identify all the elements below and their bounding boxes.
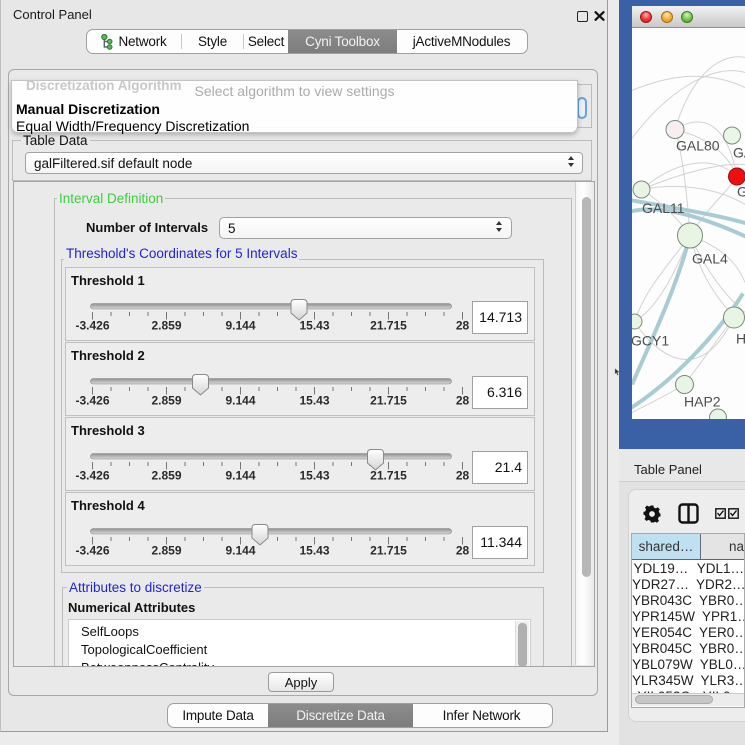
- svg-text:H: H: [736, 330, 745, 346]
- svg-text:15.43: 15.43: [299, 394, 329, 408]
- svg-text:GAL4: GAL4: [692, 250, 728, 266]
- svg-text:G: G: [737, 183, 745, 199]
- svg-text:15.43: 15.43: [299, 544, 329, 558]
- svg-text:2.859: 2.859: [151, 319, 181, 333]
- svg-text:21.715: 21.715: [370, 469, 407, 483]
- svg-text:21.715: 21.715: [370, 394, 407, 408]
- svg-text:2.859: 2.859: [151, 544, 181, 558]
- svg-text:21.715: 21.715: [370, 544, 407, 558]
- svg-text:-3.426: -3.426: [75, 394, 109, 408]
- svg-text:GAL80: GAL80: [676, 137, 720, 153]
- svg-text:-3.426: -3.426: [75, 319, 109, 333]
- svg-text:GCY1: GCY1: [632, 332, 669, 348]
- svg-text:28: 28: [456, 544, 470, 558]
- svg-text:GA: GA: [733, 144, 745, 160]
- svg-text:9.144: 9.144: [225, 544, 255, 558]
- svg-text:9.144: 9.144: [225, 469, 255, 483]
- svg-text:GAL11: GAL11: [642, 200, 685, 216]
- svg-text:-3.426: -3.426: [75, 469, 109, 483]
- svg-text:15.43: 15.43: [299, 319, 329, 333]
- svg-text:2.859: 2.859: [151, 394, 181, 408]
- svg-text:28: 28: [456, 319, 470, 333]
- svg-text:28: 28: [456, 469, 470, 483]
- svg-text:9.144: 9.144: [225, 394, 255, 408]
- svg-text:HAP2: HAP2: [684, 393, 721, 409]
- svg-text:15.43: 15.43: [299, 469, 329, 483]
- svg-text:28: 28: [456, 394, 470, 408]
- svg-text:9.144: 9.144: [225, 319, 255, 333]
- svg-text:21.715: 21.715: [370, 319, 407, 333]
- svg-text:-3.426: -3.426: [75, 544, 109, 558]
- svg-text:2.859: 2.859: [151, 469, 181, 483]
